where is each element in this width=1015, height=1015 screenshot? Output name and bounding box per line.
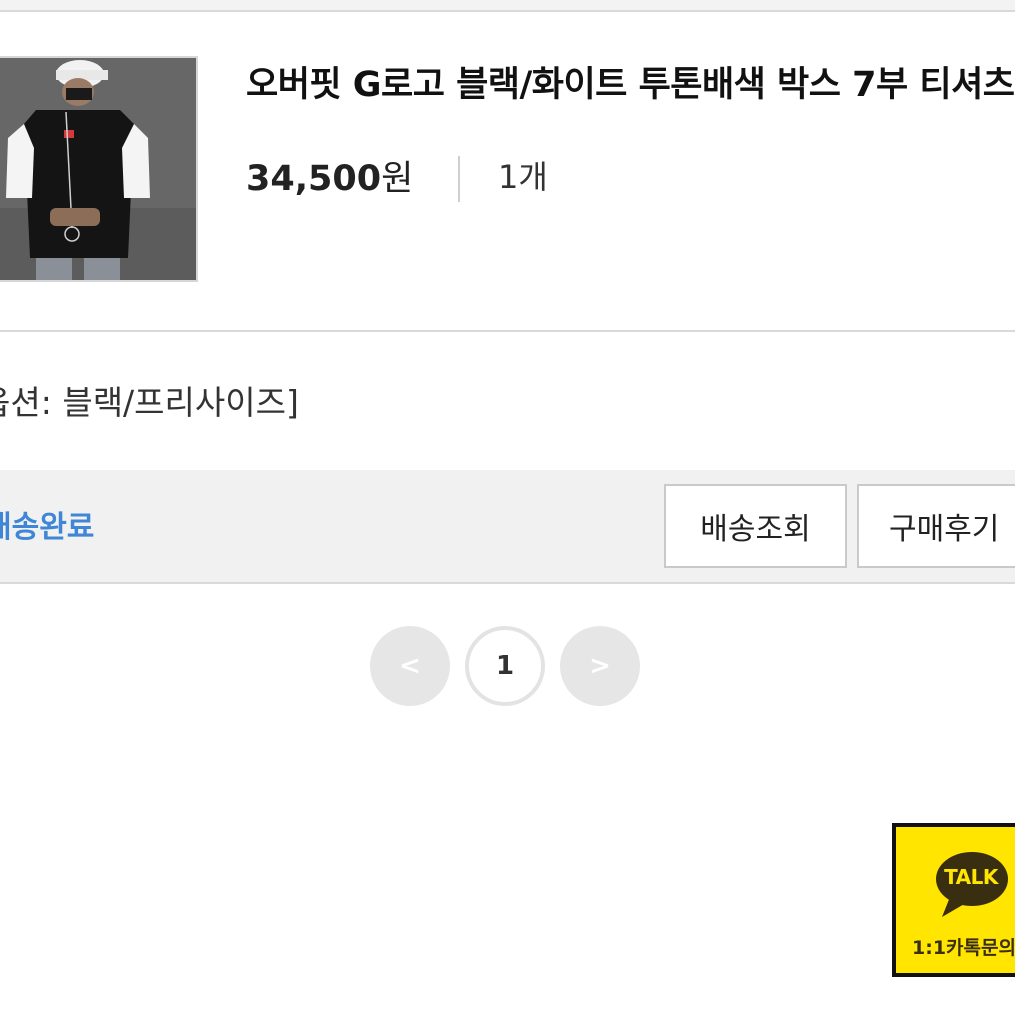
kakao-banner: TALK 1:1카톡문의 [896, 827, 1015, 973]
write-review-button[interactable]: 구매후기 [857, 484, 1015, 568]
chevron-right-icon: > [589, 651, 611, 681]
pagination-current-page[interactable]: 1 [465, 626, 545, 706]
delivery-status: 배송완료 [0, 510, 95, 545]
order-item-row: 오버핏 G로고 블랙/화이트 투톤배색 박스 7부 티셔츠 34,500원 1개 [0, 12, 1015, 332]
pagination-prev-button[interactable]: < [370, 626, 450, 706]
order-status-bar: 배송완료 배송조회 구매후기 [0, 470, 1015, 584]
chevron-left-icon: < [399, 651, 421, 681]
option-row: 옵션: 블랙/프리사이즈] [0, 332, 1015, 470]
kakao-talk-badge: TALK [944, 865, 998, 889]
product-option: 옵션: 블랙/프리사이즈] [0, 383, 299, 422]
pagination-next-button[interactable]: > [560, 626, 640, 706]
top-divider [0, 0, 1015, 12]
order-history-page: 오버핏 G로고 블랙/화이트 투톤배색 박스 7부 티셔츠 34,500원 1개… [0, 0, 1015, 1015]
kakao-caption: 1:1카톡문의 [912, 937, 1015, 959]
product-quantity: 1개 [498, 158, 548, 196]
track-delivery-button[interactable]: 배송조회 [664, 484, 847, 568]
price-number: 34,500 [246, 159, 382, 199]
price-quantity-divider [458, 156, 460, 202]
product-thumbnail[interactable] [0, 56, 198, 282]
product-price: 34,500원 [246, 150, 413, 201]
product-photo-icon [0, 58, 196, 280]
price-unit: 원 [381, 159, 414, 199]
product-title[interactable]: 오버핏 G로고 블랙/화이트 투톤배색 박스 7부 티셔츠 [246, 56, 1015, 107]
kakao-talk-inquiry-button[interactable]: TALK 1:1카톡문의 [892, 823, 1015, 977]
